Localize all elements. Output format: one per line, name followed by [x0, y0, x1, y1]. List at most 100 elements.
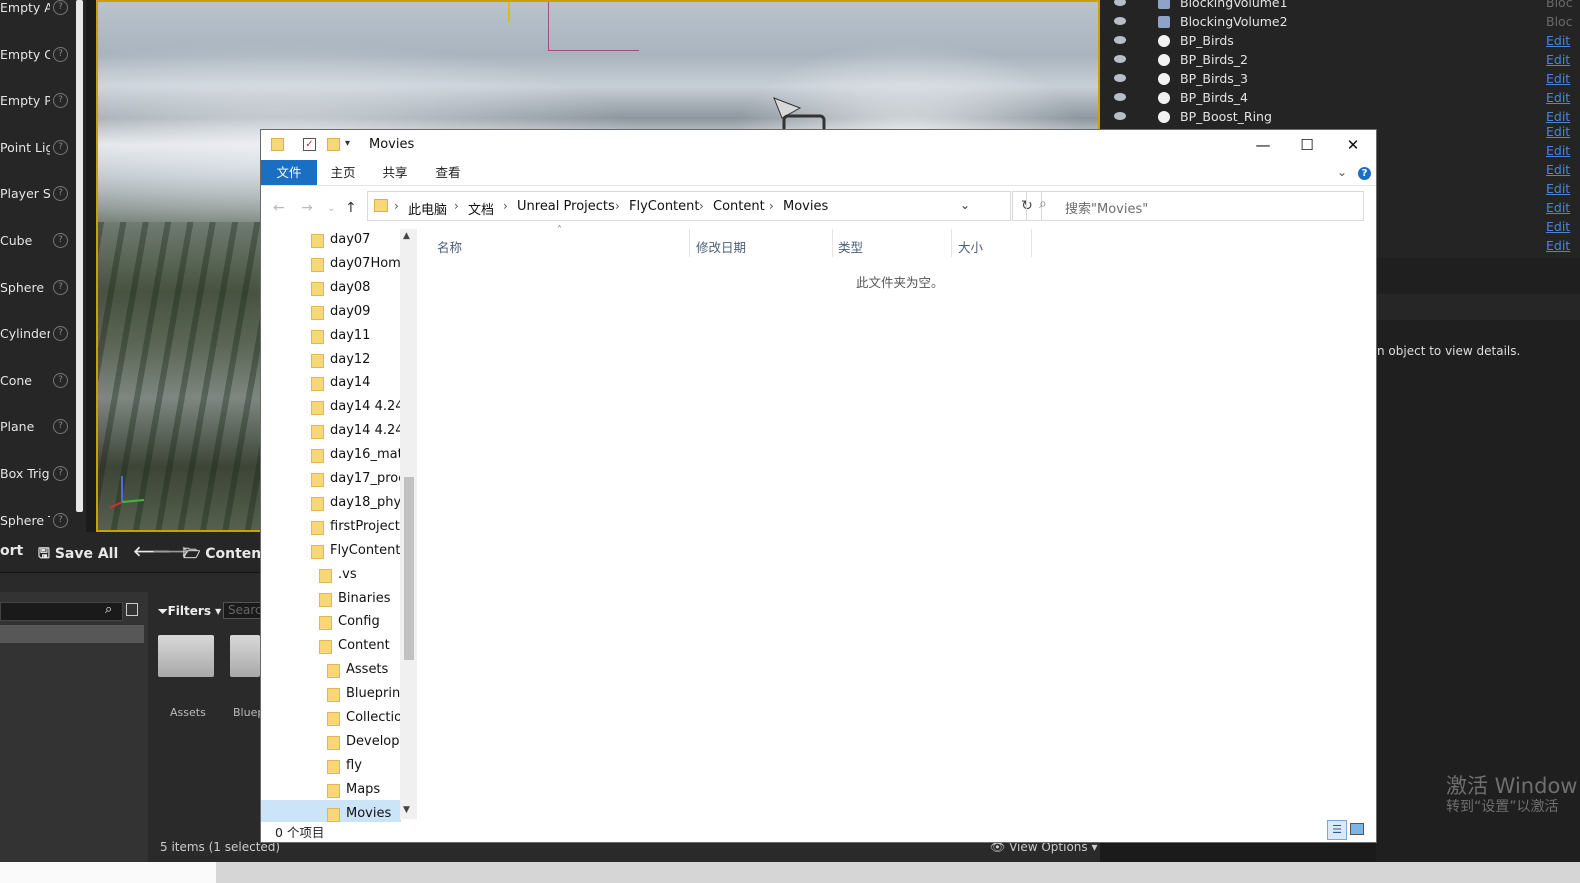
forward-button[interactable]: → — [301, 200, 313, 216]
sources-selected-row[interactable] — [0, 625, 144, 643]
outliner-row[interactable]: BlockingVolume2 Bloc — [1100, 13, 1580, 32]
tree-folder-item[interactable]: fly — [327, 755, 400, 779]
help-icon[interactable]: ? — [53, 326, 68, 342]
help-icon[interactable]: ? — [53, 139, 68, 155]
tree-folder-item[interactable]: Assets — [327, 659, 400, 683]
tree-folder-item[interactable]: day09 — [311, 301, 400, 325]
crumb-documents[interactable]: 文档 — [468, 199, 494, 218]
tree-folder-item[interactable]: day08 — [311, 277, 400, 301]
place-item[interactable]: Sphere T? — [0, 511, 70, 533]
help-icon[interactable]: ? — [53, 512, 68, 528]
place-item[interactable]: Box Trigg? — [0, 464, 70, 486]
place-item[interactable]: Empty Pa? — [0, 91, 70, 113]
tree-folder-item[interactable]: day14 4.24 — [311, 396, 400, 420]
help-icon[interactable]: ? — [1358, 167, 1371, 180]
help-icon[interactable]: ? — [53, 186, 68, 202]
outliner-row[interactable]: BP_Birds_2 Edit — [1100, 51, 1580, 70]
tree-folder-item[interactable]: Movies — [327, 803, 400, 827]
tree-folder-item[interactable]: Binaries — [319, 588, 400, 612]
edit-blueprint-link[interactable]: Edit — [1546, 200, 1570, 215]
tab-view[interactable]: 查看 — [426, 160, 470, 185]
column-divider[interactable] — [832, 229, 833, 257]
address-dropdown-icon[interactable]: ⌄ — [960, 198, 970, 212]
tree-folder-item[interactable]: firstProject — [311, 516, 400, 540]
place-panel-scrollbar[interactable] — [76, 0, 83, 512]
edit-blueprint-link[interactable]: Edit — [1546, 219, 1570, 234]
place-item[interactable]: Cube? — [0, 231, 70, 253]
tree-folder-item[interactable]: day12 — [311, 349, 400, 373]
edit-blueprint-link[interactable]: Edit — [1546, 143, 1570, 158]
visibility-eye-icon[interactable] — [1114, 36, 1126, 44]
tree-folder-item[interactable]: day11 — [311, 325, 400, 349]
search-icon[interactable]: ⌕ — [105, 602, 112, 617]
back-button[interactable]: ← — [273, 200, 285, 216]
tree-folder-item[interactable]: Content — [319, 635, 400, 659]
edit-blueprint-link[interactable]: Edit — [1546, 52, 1570, 67]
tab-file[interactable]: 文件 — [261, 160, 317, 185]
tree-folder-item[interactable]: Maps — [327, 779, 400, 803]
visibility-eye-icon[interactable] — [1114, 112, 1126, 120]
filters-button[interactable]: ⏷Filters ▾ — [158, 604, 221, 619]
edit-blueprint-link[interactable]: Edit — [1546, 90, 1570, 105]
crumb-this-pc[interactable]: 此电脑 — [408, 199, 447, 218]
place-item[interactable]: Cone? — [0, 371, 70, 393]
crumb-movies[interactable]: Movies — [783, 199, 828, 214]
tab-home[interactable]: 主页 — [321, 160, 365, 185]
tree-folder-item[interactable]: Develope — [327, 731, 400, 755]
scroll-up-icon[interactable]: ▲ — [403, 231, 410, 241]
edit-blueprint-link[interactable]: Edit — [1546, 238, 1570, 253]
search-input[interactable]: ⌕ 搜索"Movies" — [1026, 191, 1364, 221]
view-list-icon[interactable] — [126, 603, 138, 616]
visibility-eye-icon[interactable] — [1114, 93, 1126, 101]
expand-ribbon-icon[interactable]: ⌄ — [1337, 165, 1347, 179]
crumb-unreal-projects[interactable]: Unreal Projects — [517, 199, 615, 214]
taskbar-search-area[interactable] — [0, 862, 216, 883]
maximize-button[interactable]: ☐ — [1284, 130, 1330, 160]
tree-folder-item[interactable]: day17_proce — [311, 468, 400, 492]
outliner-row[interactable]: BP_Birds_3 Edit — [1100, 70, 1580, 89]
scrollbar-thumb[interactable] — [404, 477, 414, 660]
customize-qat-icon[interactable]: ▾ — [345, 138, 358, 151]
tree-folder-item[interactable]: .vs — [319, 564, 400, 588]
place-item[interactable]: Empty Ac? — [0, 0, 70, 20]
tree-folder-item[interactable]: Blueprints — [327, 683, 400, 707]
place-item[interactable]: Sphere? — [0, 278, 70, 300]
details-view-icon[interactable]: ☰ — [1327, 820, 1347, 840]
tree-folder-item[interactable]: day07 — [311, 229, 400, 253]
path-content-button[interactable]: 🗁 Content — [183, 543, 268, 567]
tree-folder-item[interactable]: day14 4.24 - — [311, 420, 400, 444]
folder-tile-blueprints[interactable] — [230, 635, 260, 677]
outliner-row[interactable]: BP_Birds_4 Edit — [1100, 89, 1580, 108]
tree-folder-item[interactable]: day16_mate — [311, 444, 400, 468]
outliner-row[interactable]: BlockingVolume1 Bloc — [1100, 0, 1580, 13]
edit-blueprint-link[interactable]: Edit — [1546, 33, 1570, 48]
minimize-button[interactable]: — — [1240, 130, 1286, 160]
visibility-eye-icon[interactable] — [1114, 0, 1126, 6]
help-icon[interactable]: ? — [53, 279, 68, 295]
edit-blueprint-link[interactable]: Edit — [1546, 162, 1570, 177]
column-name[interactable]: 名称 — [437, 237, 462, 256]
column-size[interactable]: 大小 — [958, 237, 983, 256]
visibility-eye-icon[interactable] — [1114, 55, 1126, 63]
visibility-eye-icon[interactable] — [1114, 17, 1126, 25]
crumb-content[interactable]: Content — [713, 199, 765, 214]
edit-blueprint-link[interactable]: Edit — [1546, 124, 1570, 139]
help-icon[interactable]: ? — [53, 46, 68, 62]
place-item[interactable]: Point Ligl? — [0, 138, 70, 160]
visibility-eye-icon[interactable] — [1114, 74, 1126, 82]
crumb-flycontent[interactable]: FlyContent — [629, 199, 699, 214]
recent-locations-icon[interactable]: ⌄ — [327, 203, 335, 214]
place-item[interactable]: Player St? — [0, 184, 70, 206]
help-icon[interactable]: ? — [53, 93, 68, 109]
up-button[interactable]: ↑ — [345, 200, 357, 216]
tree-folder-item[interactable]: day18_physi — [311, 492, 400, 516]
new-folder-icon[interactable] — [327, 138, 340, 151]
tab-share[interactable]: 共享 — [373, 160, 417, 185]
scroll-down-icon[interactable]: ▼ — [403, 805, 410, 815]
close-button[interactable]: ✕ — [1330, 130, 1376, 160]
column-type[interactable]: 类型 — [838, 237, 863, 256]
edit-blueprint-link[interactable]: Edit — [1546, 181, 1570, 196]
title-bar[interactable]: ✓ ▾ Movies — ☐ ✕ — [261, 130, 1376, 160]
edit-blueprint-link[interactable]: Edit — [1546, 109, 1570, 124]
outliner-row[interactable]: BP_Boost_Ring Edit — [1100, 108, 1580, 127]
